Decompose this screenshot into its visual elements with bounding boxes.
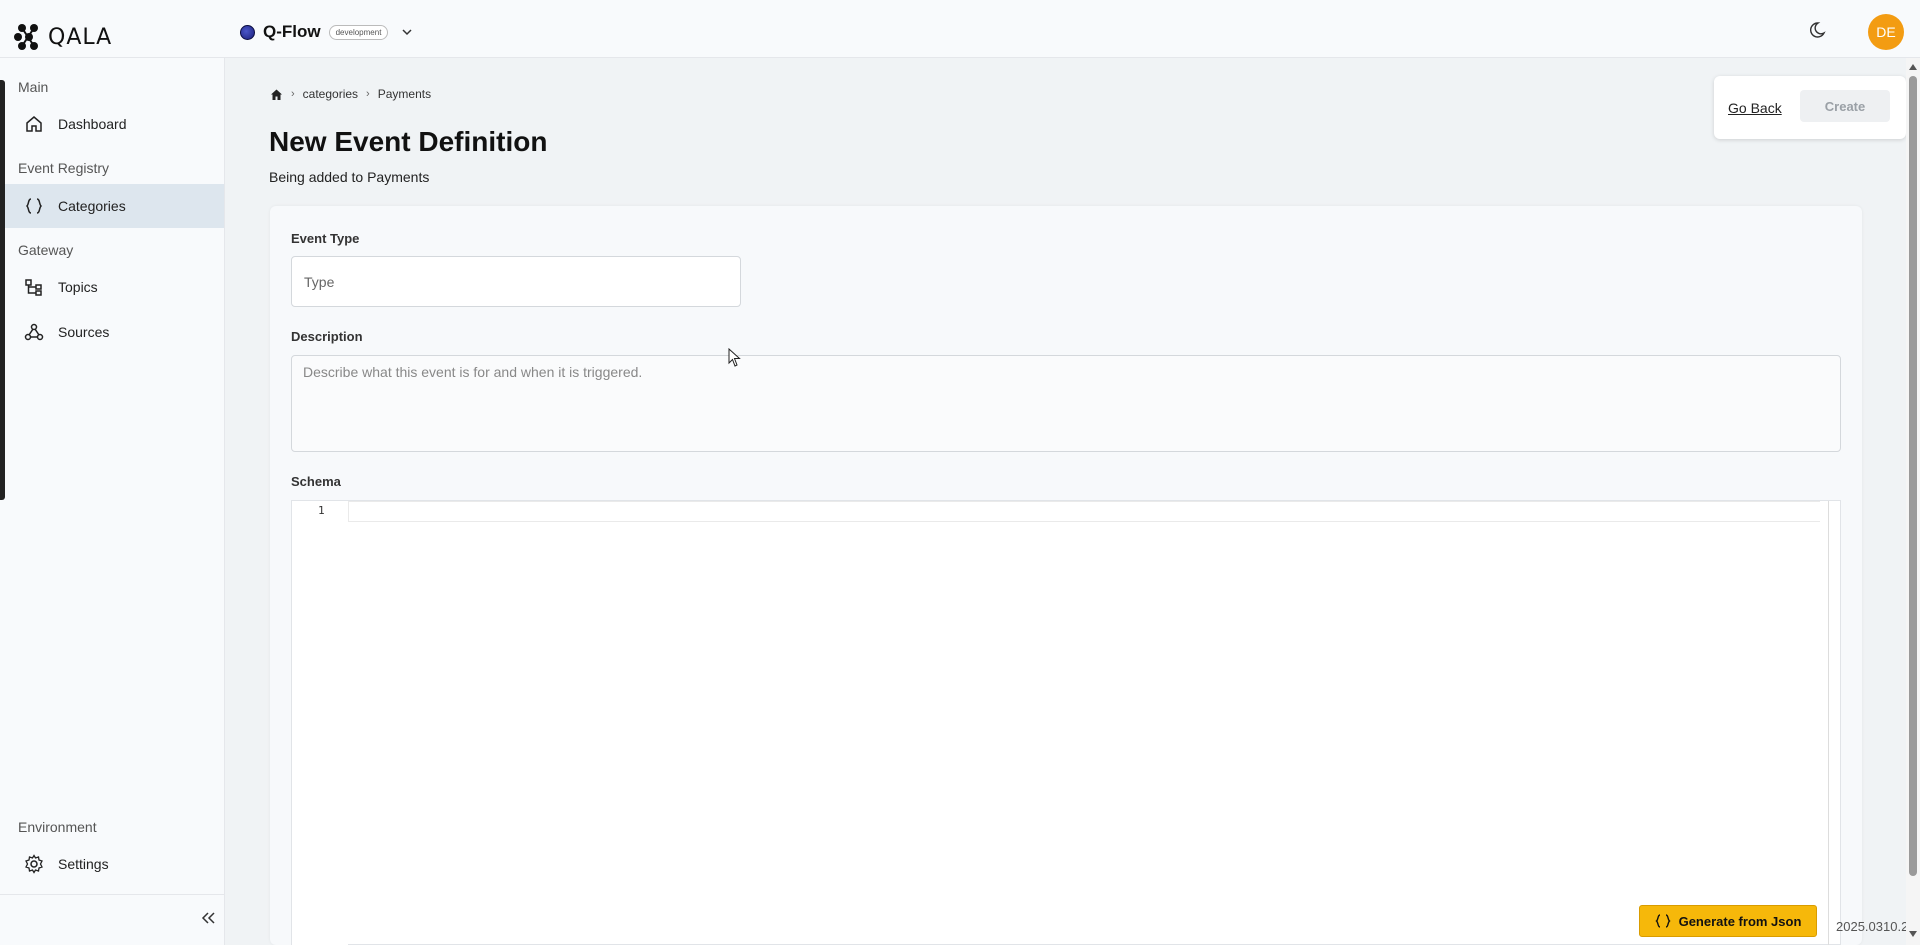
mouse-cursor-icon [728,348,741,367]
generate-from-json-button[interactable]: Generate from Json [1639,905,1817,937]
topics-icon [25,279,42,296]
section-label-environment: Environment [18,819,97,835]
home-icon[interactable] [270,88,283,101]
webhook-icon [24,323,44,341]
page-subtitle: Being added to Payments [269,169,430,185]
moon-icon[interactable] [1810,20,1830,40]
sidebar-item-label: Dashboard [58,116,127,132]
page-scrollbar[interactable] [1906,58,1920,945]
sidebar-item-dashboard[interactable]: Dashboard [0,102,224,146]
schema-label: Schema [291,474,341,489]
scroll-up-arrow-icon[interactable] [1909,64,1917,70]
sidebar-item-label: Sources [58,324,110,340]
project-name: Q-Flow [263,22,321,41]
generate-button-label: Generate from Json [1678,913,1802,929]
section-label-gateway: Gateway [18,242,74,258]
editor-gutter: 1 [292,501,348,945]
event-type-label: Event Type [291,231,360,246]
event-type-input[interactable] [291,256,741,307]
collapse-sidebar-icon[interactable] [200,910,216,926]
window-edge [0,80,5,500]
top-bar: QALA Q-Flow development DE [0,0,1920,58]
line-number: 1 [318,504,325,517]
gear-icon [25,854,43,874]
scrollbar-thumb[interactable] [1909,76,1917,876]
logo[interactable]: QALA [14,22,112,52]
sidebar-item-categories[interactable]: Categories [0,184,224,228]
chevron-down-icon[interactable] [402,27,412,37]
editor-active-line[interactable] [348,501,1820,522]
breadcrumb: › categories › Payments [270,87,431,101]
create-button[interactable]: Create [1800,90,1890,122]
chevron-right-icon: › [291,88,295,100]
sidebar: Main Dashboard Event Registry Categories… [0,58,225,945]
go-back-button[interactable]: Go Back [1728,100,1782,116]
sidebar-item-sources[interactable]: Sources [0,310,224,354]
scroll-down-arrow-icon[interactable] [1909,931,1917,937]
version-label: 2025.0310.2 [1836,919,1909,934]
chevron-right-icon: › [366,88,370,100]
sidebar-item-label: Topics [58,279,98,295]
breadcrumb-payments[interactable]: Payments [378,87,431,101]
braces-icon [25,198,43,214]
schema-editor[interactable]: 1 [291,500,1841,945]
description-textarea[interactable] [291,355,1841,452]
globe-icon [240,24,255,40]
section-label-event-registry: Event Registry [18,160,110,176]
page-title: New Event Definition [269,126,548,157]
braces-icon [1654,914,1671,928]
sidebar-item-label: Settings [58,856,109,872]
sidebar-item-label: Categories [58,198,126,214]
project-switcher[interactable]: Q-Flow development [240,22,412,42]
home-icon [26,116,42,132]
editor-ruler [1828,501,1829,945]
sidebar-item-topics[interactable]: Topics [0,265,224,309]
breadcrumb-categories[interactable]: categories [303,87,358,101]
sidebar-divider [0,894,224,895]
sidebar-item-settings[interactable]: Settings [0,842,224,886]
action-panel: Go Back Create [1714,76,1906,139]
logo-text: QALA [48,24,113,50]
avatar[interactable]: DE [1868,14,1904,50]
section-label-main: Main [18,79,49,95]
environment-badge: development [328,24,389,40]
qala-logo-icon [14,24,38,50]
description-label: Description [291,329,363,344]
